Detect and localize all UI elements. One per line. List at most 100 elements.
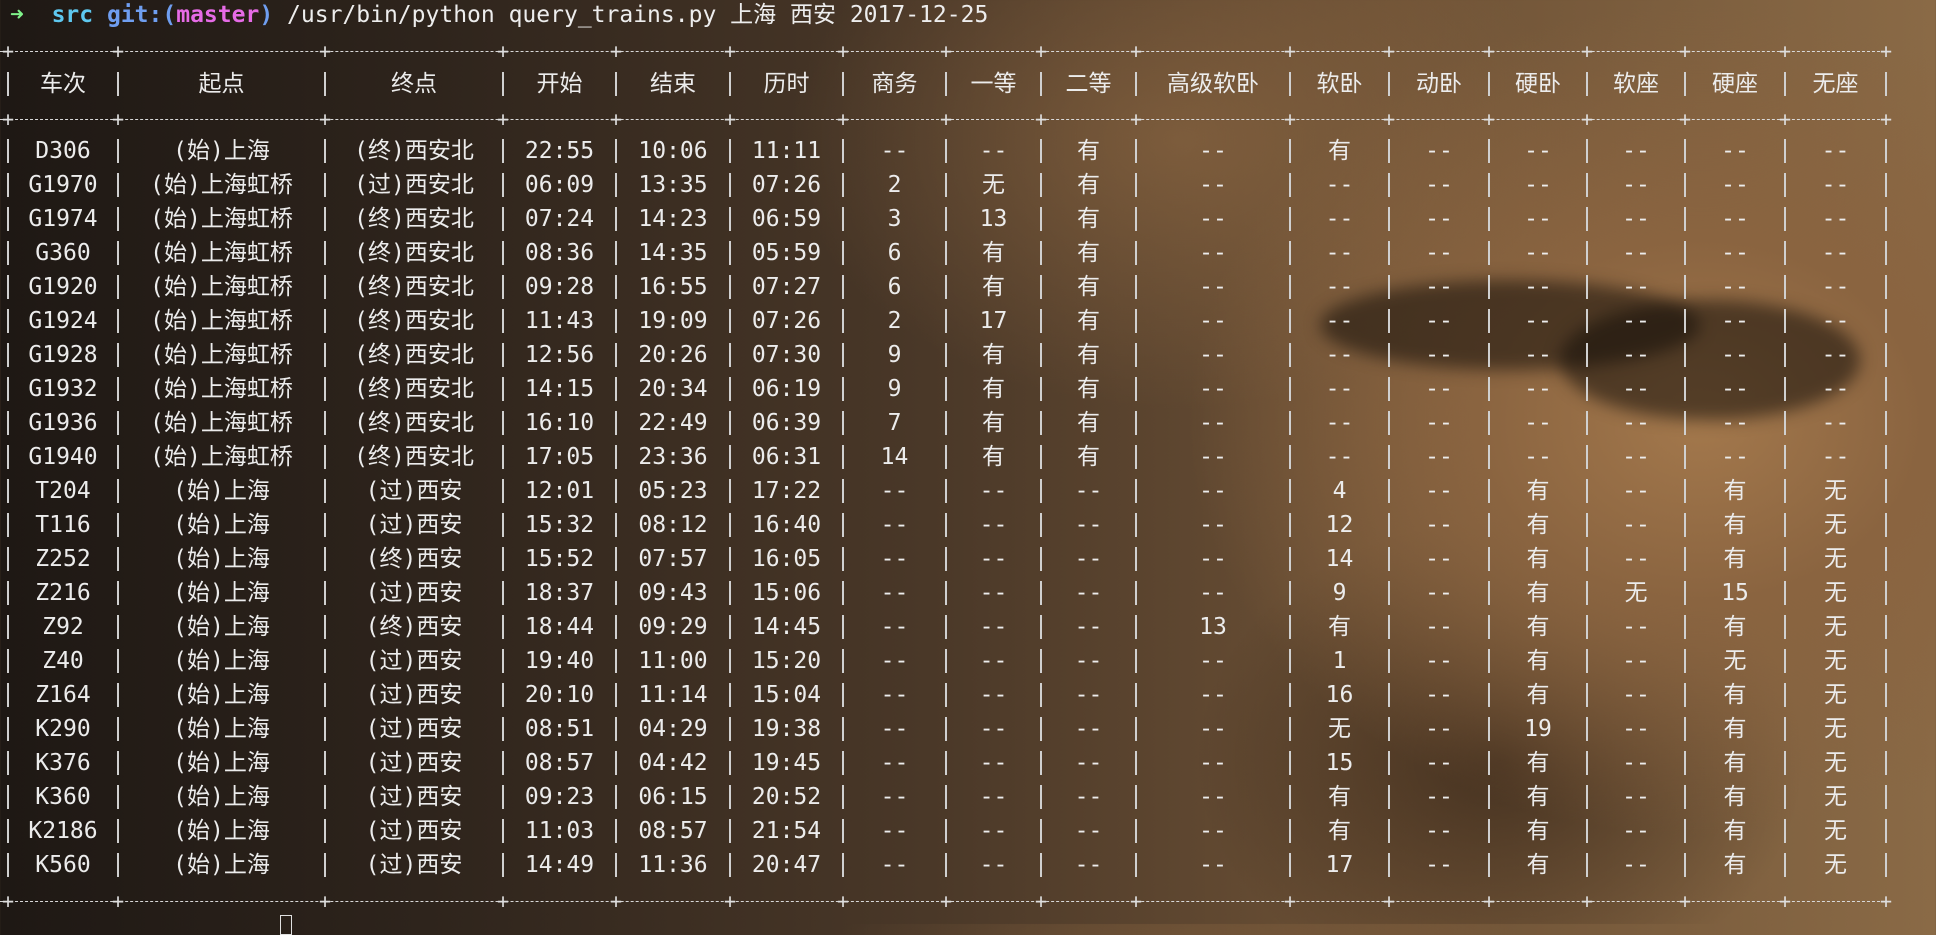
cell-duration: 11:11 [751,138,822,164]
cell-hard-sleeper: -- [1524,240,1552,266]
column-separator [945,173,947,197]
cell-business-seat: -- [880,512,909,538]
border-corner: + [1,39,15,63]
column-separator [1885,377,1887,401]
column-separator [1885,649,1887,673]
cell-arrive-time: 19:09 [638,308,708,334]
column-separator [1289,377,1291,401]
column-separator [1586,445,1588,469]
cell-depart-time: 08:57 [524,750,595,776]
column-separator [729,479,731,503]
column-separator [945,377,947,401]
border-corner: + [1,889,15,913]
column-separator [1388,615,1390,639]
column-separator [7,853,9,877]
cell-premium-soft-sleeper: -- [1199,852,1227,878]
column-separator [1586,649,1588,673]
column-separator [1040,139,1042,163]
border-corner: + [1879,889,1893,913]
border-corner: + [318,889,332,913]
cell-second-class: 有 [1077,240,1100,266]
column-separator [1586,173,1588,197]
cell-hard-seat: -- [1721,274,1749,300]
column-separator [1684,683,1686,707]
cell-soft-seat: -- [1622,852,1650,878]
border-corner: + [1879,107,1893,131]
column-separator [502,547,504,571]
border-corner: + [1778,889,1792,913]
column-separator [945,411,947,435]
column-separator [502,683,504,707]
cell-depart-time: 18:44 [524,614,595,640]
cell-depart-time: 22:55 [524,138,595,164]
header-to-station: 终点 [391,71,437,97]
column-separator [1135,445,1137,469]
cell-first-class: -- [979,784,1008,810]
cell-second-class: 有 [1077,274,1100,300]
column-separator [1488,751,1490,775]
cell-premium-soft-sleeper: -- [1199,342,1227,368]
cell-hard-seat: -- [1721,172,1749,198]
cell-duration: 07:30 [751,342,822,368]
cell-hard-sleeper: 有 [1526,512,1550,538]
cell-motor-sleeper: -- [1425,852,1453,878]
column-separator [1784,513,1786,537]
cell-hard-sleeper: 有 [1526,546,1550,572]
column-separator [324,275,326,299]
cell-no-seat: 无 [1824,818,1847,844]
border-corner: + [1678,889,1692,913]
header-train-no: 车次 [40,71,86,97]
cell-motor-sleeper: -- [1425,206,1453,232]
cell-premium-soft-sleeper: -- [1199,818,1227,844]
cell-hard-sleeper: 有 [1526,648,1550,674]
cell-from-station: (始)上海 [173,580,270,606]
cell-business-seat: -- [880,682,909,708]
column-separator [1488,819,1490,843]
cell-hard-sleeper: 有 [1526,478,1550,504]
border-corner: + [496,39,510,63]
terminal-cursor[interactable] [280,915,292,935]
cell-motor-sleeper: -- [1425,342,1453,368]
cell-second-class: 有 [1077,172,1100,198]
column-separator [1135,207,1137,231]
cell-depart-time: 12:01 [524,478,595,504]
cell-business-seat: -- [880,138,909,164]
cell-duration: 19:45 [751,750,822,776]
cell-from-station: (始)上海 [173,512,270,538]
column-separator [842,547,844,571]
cell-soft-sleeper: -- [1325,410,1354,436]
cell-business-seat: -- [880,614,909,640]
border-corner: + [1678,39,1692,63]
cell-premium-soft-sleeper: -- [1199,648,1227,674]
column-separator [1586,819,1588,843]
cell-business-seat: -- [880,852,909,878]
column-separator [1289,309,1291,333]
cell-premium-soft-sleeper: -- [1199,138,1227,164]
border-corner: + [723,39,737,63]
table-row: G1928 (始)上海虹桥 (终)西安北 12:56 20:26 07:30 9 有 有 -- --… [0,338,1890,372]
column-separator [1885,72,1887,96]
column-separator [1388,343,1390,367]
column-separator [1289,615,1291,639]
column-separator [1488,547,1490,571]
cell-hard-seat: 15 [1721,580,1749,606]
column-separator [502,173,504,197]
cell-soft-sleeper: 无 [1328,716,1351,742]
cell-to-station: (终)西安北 [354,240,474,266]
cell-from-station: (始)上海 [173,852,270,878]
cell-soft-seat: -- [1622,410,1650,436]
column-separator [945,785,947,809]
cell-hard-seat: 有 [1723,512,1747,538]
cell-train-no: G1974 [28,206,98,232]
column-separator [945,139,947,163]
cell-from-station: (始)上海 [173,478,270,504]
cell-motor-sleeper: -- [1425,512,1453,538]
cell-to-station: (终)西安北 [354,274,474,300]
cell-hard-sleeper: 有 [1526,614,1550,640]
column-separator [117,445,119,469]
cell-no-seat: 无 [1824,784,1847,810]
column-separator [842,275,844,299]
cell-premium-soft-sleeper: -- [1199,274,1227,300]
header-soft-sleeper: 软卧 [1316,71,1363,97]
column-separator [1488,377,1490,401]
